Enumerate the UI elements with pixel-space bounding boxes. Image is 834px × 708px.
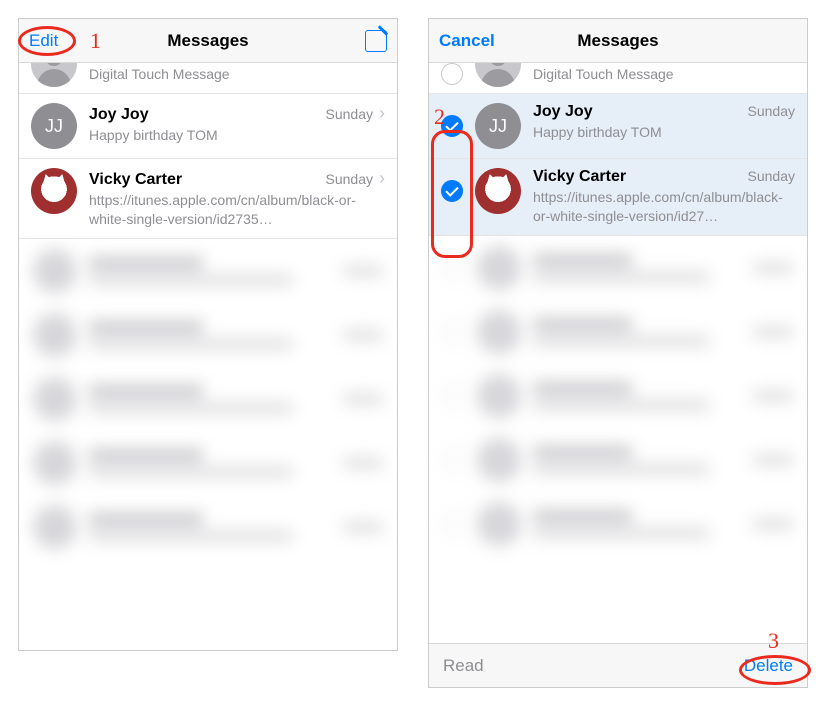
navbar: Edit Messages — [19, 19, 397, 63]
chevron-right-icon: › — [379, 103, 385, 124]
avatar-initials: JJ — [475, 103, 521, 149]
conversation-row[interactable]: JJ Joy Joy Sunday › Happy birthday TOM — [19, 94, 397, 159]
conversation-list: Digital Touch Message JJ Joy Joy Sunday … — [19, 63, 397, 650]
select-checkbox[interactable] — [441, 180, 463, 202]
contact-name: Joy Joy — [533, 103, 593, 121]
message-date: Sunday — [326, 171, 373, 187]
conversation-row[interactable]: Digital Touch Message — [19, 63, 397, 94]
message-date: Sunday — [326, 106, 373, 122]
page-title: Messages — [167, 31, 248, 51]
phone-screen-edit-mode: Cancel Messages Digital Touch Message JJ… — [428, 18, 808, 688]
edit-button[interactable]: Edit — [29, 31, 58, 51]
avatar-image — [475, 168, 521, 214]
blurred-rows — [19, 239, 397, 559]
message-preview: Happy birthday TOM — [89, 126, 385, 145]
contact-name: Vicky Carter — [533, 168, 626, 186]
message-date: Sunday — [748, 168, 795, 184]
message-preview: Digital Touch Message — [89, 65, 385, 84]
select-checkbox[interactable] — [441, 63, 463, 85]
page-title: Messages — [577, 31, 658, 51]
conversation-row[interactable]: Vicky Carter Sunday https://itunes.apple… — [429, 159, 807, 236]
avatar-initials: JJ — [31, 103, 77, 149]
blurred-rows — [429, 236, 807, 556]
edit-toolbar: Read Delete — [429, 643, 807, 687]
message-preview: https://itunes.apple.com/cn/album/black-… — [89, 191, 385, 229]
navbar: Cancel Messages — [429, 19, 807, 63]
message-preview: Happy birthday TOM — [533, 123, 795, 142]
conversation-row[interactable]: Vicky Carter Sunday › https://itunes.app… — [19, 159, 397, 239]
avatar-icon — [31, 63, 77, 87]
message-date: Sunday — [748, 103, 795, 119]
delete-button[interactable]: Delete — [744, 656, 793, 676]
mark-read-button[interactable]: Read — [443, 656, 484, 676]
conversation-row[interactable]: Digital Touch Message — [429, 63, 807, 94]
message-preview: https://itunes.apple.com/cn/album/black-… — [533, 188, 795, 226]
select-checkbox[interactable] — [441, 115, 463, 137]
compose-icon[interactable] — [365, 30, 387, 52]
conversation-row[interactable]: JJ Joy Joy Sunday Happy birthday TOM — [429, 94, 807, 159]
phone-screen-normal: Edit Messages Digital Touch Message JJ J… — [18, 18, 398, 651]
contact-name: Joy Joy — [89, 106, 149, 124]
cancel-button[interactable]: Cancel — [439, 31, 495, 51]
conversation-list: Digital Touch Message JJ Joy Joy Sunday … — [429, 63, 807, 643]
message-preview: Digital Touch Message — [533, 65, 795, 84]
chevron-right-icon: › — [379, 168, 385, 189]
contact-name: Vicky Carter — [89, 171, 182, 189]
avatar-icon — [475, 63, 521, 87]
avatar-image — [31, 168, 77, 214]
